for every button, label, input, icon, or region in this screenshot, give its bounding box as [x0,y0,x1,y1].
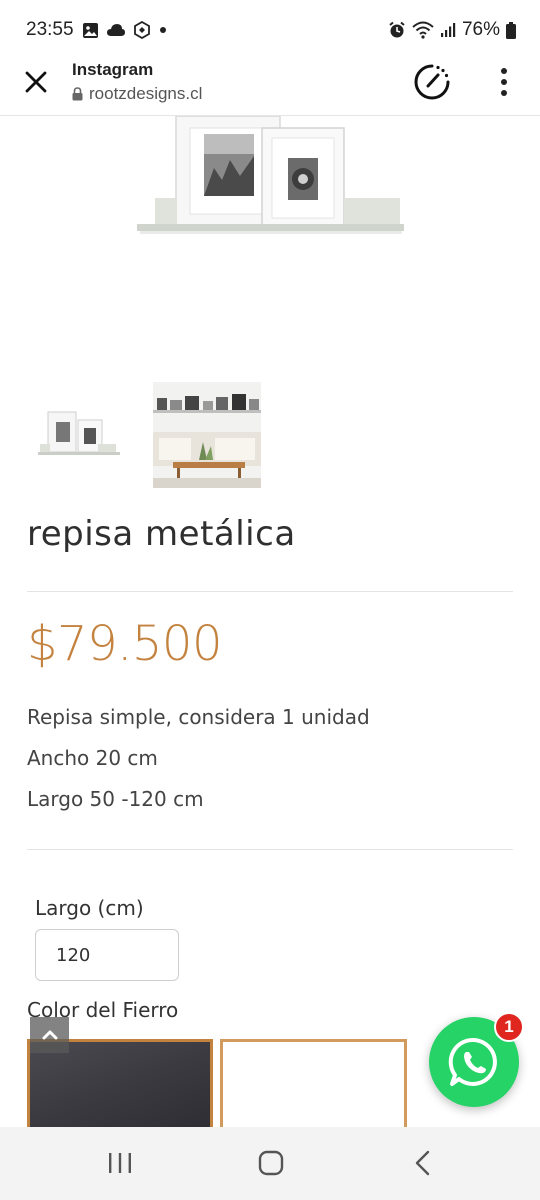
close-button[interactable] [18,64,54,100]
divider [27,591,513,592]
length-label: Largo (cm) [35,896,144,920]
description-line: Largo 50 -120 cm [27,787,204,811]
cloud-icon [107,24,125,36]
whatsapp-icon [448,1037,497,1086]
product-price: $79.500 [27,616,223,672]
battery-icon [506,21,516,39]
wifi-icon [412,21,434,39]
description-line: Ancho 20 cm [27,746,158,770]
recent-apps-button[interactable] [107,1151,133,1179]
dot [501,68,507,74]
home-icon [258,1150,284,1176]
shelf-photo [0,115,540,366]
recents-icon [109,1153,131,1173]
status-right: 76% [388,19,516,41]
dot-icon [160,27,166,33]
status-time: 23:55 [26,19,74,40]
browser-toolbar: Instagram rootzdesigns.cl [0,56,540,116]
description-line: Repisa simple, considera 1 unidad [27,705,370,729]
dot [501,90,507,96]
product-title: repisa metálica [27,514,296,554]
speedometer-icon [414,64,450,100]
gallery-icon [83,22,98,38]
thumbnail-image [153,382,261,488]
lock-icon [72,87,83,101]
dot [501,79,507,85]
product-main-image[interactable] [0,115,540,366]
close-icon [25,71,47,93]
url-row[interactable]: rootzdesigns.cl [72,84,202,104]
more-options-button[interactable] [492,62,516,102]
divider [27,849,513,850]
page-url: rootzdesigns.cl [89,84,203,103]
length-input[interactable]: 120 [35,929,179,981]
status-bar: 23:55 76% [0,0,540,56]
home-button[interactable] [258,1150,284,1180]
alarm-icon [389,21,405,38]
product-thumbnail-1[interactable] [26,382,134,488]
chevron-up-icon [42,1030,57,1040]
color-swatch-dark[interactable] [27,1039,213,1134]
status-left-icons [82,21,168,39]
notification-badge: 1 [494,1012,524,1042]
back-button[interactable] [412,1149,432,1181]
android-nav-bar [0,1127,540,1200]
battery-percent: 76% [461,19,500,40]
color-swatch-white[interactable] [220,1039,407,1134]
thumbnail-image [26,382,134,488]
signal-icon [440,23,456,37]
back-icon [415,1150,430,1176]
scroll-to-top-button[interactable] [30,1017,69,1053]
page-speed-button[interactable] [412,62,452,102]
browser-title: Instagram [72,60,154,79]
ai-icon [134,21,150,39]
product-thumbnail-2[interactable] [153,382,261,488]
